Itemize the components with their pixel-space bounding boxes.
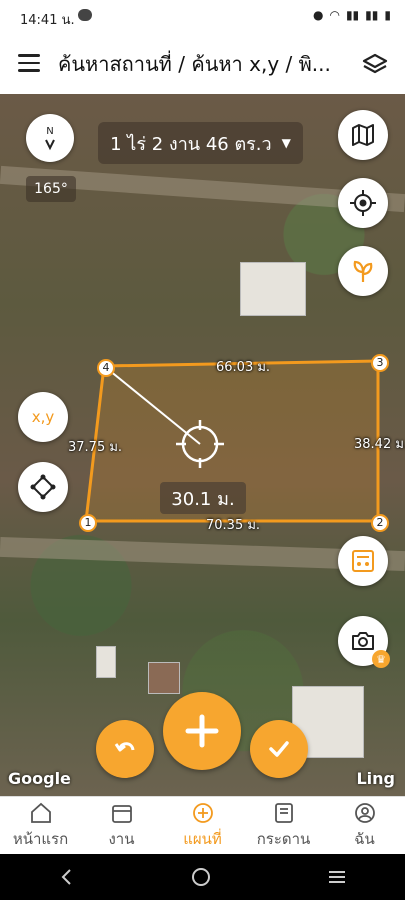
nav-tasks[interactable]: งาน: [81, 797, 162, 855]
bottom-nav: หน้าแรก งาน แผนที่ กระดาน ฉัน: [0, 796, 405, 855]
camera-icon: [352, 632, 374, 650]
nav-profile[interactable]: ฉัน: [324, 797, 405, 855]
edge-label-bottom: 70.35 ม.: [206, 518, 261, 533]
compass-label: N: [46, 126, 53, 137]
sprout-icon: [353, 260, 373, 282]
compass-icon: N: [45, 126, 55, 151]
diamond-icon: [30, 474, 56, 500]
recents-icon[interactable]: [326, 867, 348, 887]
signal-icon-2: ▮▮: [365, 8, 379, 22]
top-bar: ค้นหาสถานที่ / ค้นหา x,y / พิ...: [0, 34, 405, 94]
check-icon: [269, 741, 289, 757]
plant-button[interactable]: [338, 246, 388, 296]
crosshair-icon: [350, 190, 376, 216]
battery-icon: ▮: [384, 8, 391, 22]
undo-icon: [114, 742, 135, 752]
nav-home[interactable]: หน้าแรก: [0, 797, 81, 855]
shape-button[interactable]: [18, 462, 68, 512]
plus-circle-icon: [192, 803, 213, 823]
xy-button[interactable]: x,y: [18, 392, 68, 442]
search-title[interactable]: ค้นหาสถานที่ / ค้นหา x,y / พิ...: [58, 48, 348, 80]
satellite-map[interactable]: 4 3 2 1 66.03 ม. 37.75 ม. 38.42 ม. 70.35…: [0, 94, 405, 796]
menu-icon[interactable]: [18, 54, 40, 72]
xy-label: x,y: [31, 408, 55, 426]
edge-label-right: 38.42 ม.: [354, 437, 405, 452]
nav-label-profile: ฉัน: [354, 830, 375, 848]
layers-icon[interactable]: [361, 50, 389, 78]
vertex-3[interactable]: 3: [371, 354, 389, 372]
edge-label-top: 66.03 ม.: [216, 360, 271, 375]
calculator-icon: [352, 550, 374, 572]
camera-button[interactable]: ♛: [338, 616, 390, 668]
vertex-2[interactable]: 2: [371, 514, 389, 532]
board-icon: [274, 803, 293, 823]
nav-label-tasks: งาน: [108, 830, 135, 848]
my-location-button[interactable]: [338, 178, 388, 228]
map-type-button[interactable]: [338, 110, 388, 160]
nav-label-home: หน้าแรก: [12, 830, 69, 848]
calendar-icon: [111, 805, 132, 823]
vertex-4[interactable]: 4: [97, 359, 115, 377]
home-circle-icon[interactable]: [190, 866, 212, 888]
status-bar: 14:41 น. ● ◠ ▮▮ ▮▮ ▮: [0, 0, 405, 34]
system-nav: [0, 854, 405, 900]
vertex-1[interactable]: 1: [79, 514, 97, 532]
nav-label-board: กระดาน: [256, 830, 311, 848]
home-icon: [30, 802, 51, 823]
ling-logo: Ling: [356, 769, 395, 788]
nav-map[interactable]: แผนที่: [162, 797, 243, 855]
heading-readout: 165°: [26, 176, 76, 202]
back-icon[interactable]: [57, 867, 77, 887]
nav-board[interactable]: กระดาน: [243, 797, 324, 855]
distance-readout: 30.1 ม.: [160, 482, 246, 514]
compass-button[interactable]: N: [26, 114, 74, 162]
area-dropdown[interactable]: 1 ไร่ 2 งาน 46 ตร.ว ▼: [98, 122, 303, 164]
confirm-button[interactable]: [250, 720, 308, 778]
crown-icon: ♛: [372, 650, 390, 668]
status-time: 14:41 น.: [20, 13, 75, 28]
map-icon: [352, 124, 374, 146]
chevron-down-icon: ▼: [281, 136, 291, 150]
edge-label-left: 37.75 ม.: [68, 440, 123, 455]
plus-icon: [185, 714, 219, 748]
user-icon: [354, 803, 375, 823]
google-logo: Google: [8, 769, 71, 788]
add-point-button[interactable]: [163, 692, 241, 770]
message-icon: [78, 9, 92, 21]
calculator-button[interactable]: [338, 536, 388, 586]
nav-label-map: แผนที่: [183, 830, 222, 848]
location-icon: ●: [312, 8, 324, 22]
signal-icon: ▮▮: [345, 8, 360, 22]
area-text: 1 ไร่ 2 งาน 46 ตร.ว: [110, 133, 272, 155]
wifi-icon: ◠: [329, 8, 340, 22]
undo-button[interactable]: [96, 720, 154, 778]
status-icons: ● ◠ ▮▮ ▮▮ ▮: [313, 8, 391, 22]
